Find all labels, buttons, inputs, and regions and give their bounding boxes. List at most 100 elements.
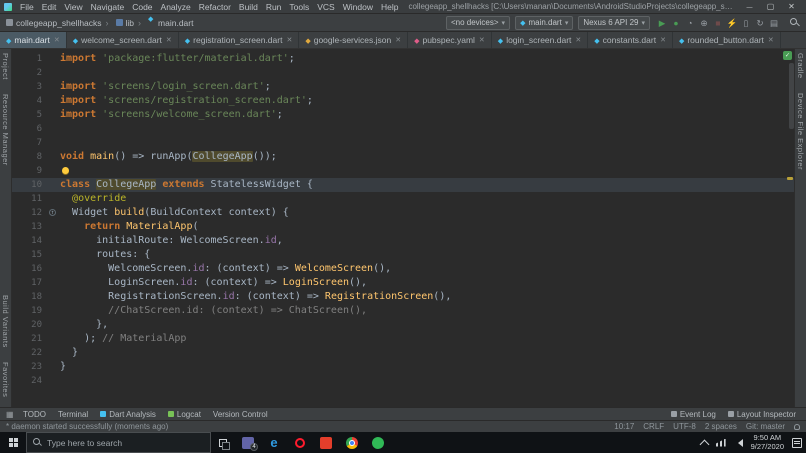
code-line[interactable]: 4import 'screens/registration_screen.dar… bbox=[12, 94, 794, 108]
tray-expand-icon[interactable] bbox=[699, 439, 709, 449]
network-icon[interactable] bbox=[716, 439, 726, 447]
editor-scrollbar[interactable] bbox=[789, 63, 794, 129]
indentation[interactable]: 2 spaces bbox=[705, 422, 737, 431]
tab-google-services-json[interactable]: google-services.json bbox=[299, 32, 408, 48]
tab-constants-dart[interactable]: constants.dart bbox=[588, 32, 673, 48]
code-line[interactable]: 19 //ChatScreen.id: (context) => ChatScr… bbox=[12, 304, 794, 318]
code-line[interactable]: 9 bbox=[12, 164, 794, 178]
breadcrumb-item[interactable]: lib bbox=[102, 18, 135, 28]
code-line[interactable]: 2 bbox=[12, 66, 794, 80]
override-marker-icon[interactable] bbox=[49, 209, 56, 216]
menu-vcs[interactable]: VCS bbox=[313, 2, 338, 12]
code-line[interactable]: 21 ); // MaterialApp bbox=[12, 332, 794, 346]
attach-debugger-button[interactable]: ⊕ bbox=[697, 16, 711, 30]
red-app-icon[interactable] bbox=[313, 432, 339, 453]
breadcrumb-item[interactable]: collegeapp_shellhacks bbox=[6, 18, 102, 28]
volume-icon[interactable] bbox=[734, 439, 743, 447]
menu-analyze[interactable]: Analyze bbox=[157, 2, 195, 12]
taskbar-clock[interactable]: 9:50 AM 9/27/2020 bbox=[751, 434, 784, 451]
tool-window-button-todo[interactable]: TODO bbox=[23, 410, 46, 419]
intention-bulb-icon[interactable] bbox=[62, 167, 69, 174]
line-ending[interactable]: CRLF bbox=[643, 422, 664, 431]
tab-close-icon[interactable] bbox=[479, 36, 485, 44]
menu-view[interactable]: View bbox=[60, 2, 86, 12]
chrome-browser-icon[interactable] bbox=[339, 432, 365, 453]
tab-close-icon[interactable] bbox=[395, 36, 401, 44]
warning-stripe-mark[interactable] bbox=[787, 177, 793, 180]
hot-reload-button[interactable]: ⚡ bbox=[725, 16, 739, 30]
tab-welcome_screen-dart[interactable]: welcome_screen.dart bbox=[67, 32, 179, 48]
target-device-selector[interactable]: Nexus 6 API 29 bbox=[578, 16, 650, 30]
tab-registration_screen-dart[interactable]: registration_screen.dart bbox=[179, 32, 300, 48]
run-button[interactable]: ▶ bbox=[655, 16, 669, 30]
code-line[interactable]: 14 initialRoute: WelcomeScreen.id, bbox=[12, 234, 794, 248]
editor[interactable]: 1import 'package:flutter/material.dart';… bbox=[12, 49, 794, 407]
code-line[interactable]: 22 } bbox=[12, 346, 794, 360]
run-config-selector[interactable]: main.dart bbox=[515, 16, 573, 30]
inspection-status-icon[interactable] bbox=[783, 51, 792, 60]
tool-button-gradle[interactable]: Gradle bbox=[796, 53, 805, 79]
tool-window-button-event-log[interactable]: Event Log bbox=[671, 410, 716, 419]
tab-pubspec-yaml[interactable]: pubspec.yaml bbox=[408, 32, 492, 48]
tab-login_screen-dart[interactable]: login_screen.dart bbox=[492, 32, 588, 48]
notifications-icon[interactable] bbox=[794, 424, 800, 430]
tool-button-favorites[interactable]: Favorites bbox=[1, 362, 10, 397]
tab-close-icon[interactable] bbox=[575, 36, 581, 44]
tool-window-button-dart-analysis[interactable]: Dart Analysis bbox=[100, 410, 156, 419]
tab-rounded_button-dart[interactable]: rounded_button.dart bbox=[673, 32, 781, 48]
tool-button-device-file-explorer[interactable]: Device File Explorer bbox=[796, 93, 805, 170]
menu-code[interactable]: Code bbox=[128, 2, 156, 12]
profile-button[interactable]: ◔ bbox=[683, 16, 697, 30]
encoding[interactable]: UTF-8 bbox=[673, 422, 696, 431]
code-line[interactable]: 20 }, bbox=[12, 318, 794, 332]
menu-window[interactable]: Window bbox=[339, 2, 377, 12]
tab-close-icon[interactable] bbox=[54, 36, 60, 44]
opera-browser-icon[interactable] bbox=[287, 432, 313, 453]
flutter-device-selector[interactable]: <no devices> bbox=[446, 16, 510, 30]
code-line[interactable]: 1import 'package:flutter/material.dart'; bbox=[12, 52, 794, 66]
tool-window-button-layout-inspector[interactable]: Layout Inspector bbox=[728, 410, 796, 419]
tab-close-icon[interactable] bbox=[286, 36, 292, 44]
task-view-button[interactable] bbox=[211, 432, 235, 453]
menu-help[interactable]: Help bbox=[377, 2, 402, 12]
code-line[interactable]: 10class CollegeApp extends StatelessWidg… bbox=[12, 178, 794, 192]
sdk-manager-button[interactable]: ▤ bbox=[767, 16, 781, 30]
code-line[interactable]: 23} bbox=[12, 360, 794, 374]
menu-build[interactable]: Build bbox=[235, 2, 262, 12]
tool-button-resource-manager[interactable]: Resource Manager bbox=[1, 94, 10, 166]
breadcrumb-item[interactable]: main.dart bbox=[134, 18, 193, 28]
action-center-button[interactable] bbox=[792, 438, 802, 448]
tab-main-dart[interactable]: main.dart bbox=[0, 32, 67, 48]
start-button[interactable] bbox=[0, 432, 26, 453]
taskbar-search[interactable]: Type here to search bbox=[26, 432, 211, 453]
menu-refactor[interactable]: Refactor bbox=[195, 2, 235, 12]
tool-windows-icon[interactable] bbox=[6, 410, 15, 419]
code-line[interactable]: 13 return MaterialApp( bbox=[12, 220, 794, 234]
tool-window-button-version-control[interactable]: Version Control bbox=[213, 410, 268, 419]
tab-close-icon[interactable] bbox=[166, 36, 172, 44]
menu-file[interactable]: File bbox=[16, 2, 38, 12]
menu-tools[interactable]: Tools bbox=[285, 2, 313, 12]
code-line[interactable]: 8void main() => runApp(CollegeApp()); bbox=[12, 150, 794, 164]
gradle-sync-button[interactable]: ↻ bbox=[753, 16, 767, 30]
close-button[interactable] bbox=[787, 2, 796, 11]
cursor-position[interactable]: 10:17 bbox=[614, 422, 634, 431]
tab-close-icon[interactable] bbox=[768, 36, 774, 44]
code-line[interactable]: 16 WelcomeScreen.id: (context) => Welcom… bbox=[12, 262, 794, 276]
minimize-button[interactable] bbox=[745, 2, 754, 11]
code-line[interactable]: 7 bbox=[12, 136, 794, 150]
edge-browser-icon[interactable]: e bbox=[261, 432, 287, 453]
chat-app-icon[interactable]: 4 bbox=[235, 432, 261, 453]
code-line[interactable]: 12 Widget build(BuildContext context) { bbox=[12, 206, 794, 220]
tool-window-button-terminal[interactable]: Terminal bbox=[58, 410, 88, 419]
code-line[interactable]: 24 bbox=[12, 374, 794, 388]
code-line[interactable]: 6 bbox=[12, 122, 794, 136]
menu-navigate[interactable]: Navigate bbox=[87, 2, 129, 12]
green-app-icon[interactable] bbox=[365, 432, 391, 453]
search-everywhere-icon[interactable] bbox=[789, 17, 800, 28]
code-line[interactable]: 17 LoginScreen.id: (context) => LoginScr… bbox=[12, 276, 794, 290]
tab-close-icon[interactable] bbox=[660, 36, 666, 44]
tool-window-button-logcat[interactable]: Logcat bbox=[168, 410, 201, 419]
code-line[interactable]: 5import 'screens/welcome_screen.dart'; bbox=[12, 108, 794, 122]
code-line[interactable]: 11 @override bbox=[12, 192, 794, 206]
